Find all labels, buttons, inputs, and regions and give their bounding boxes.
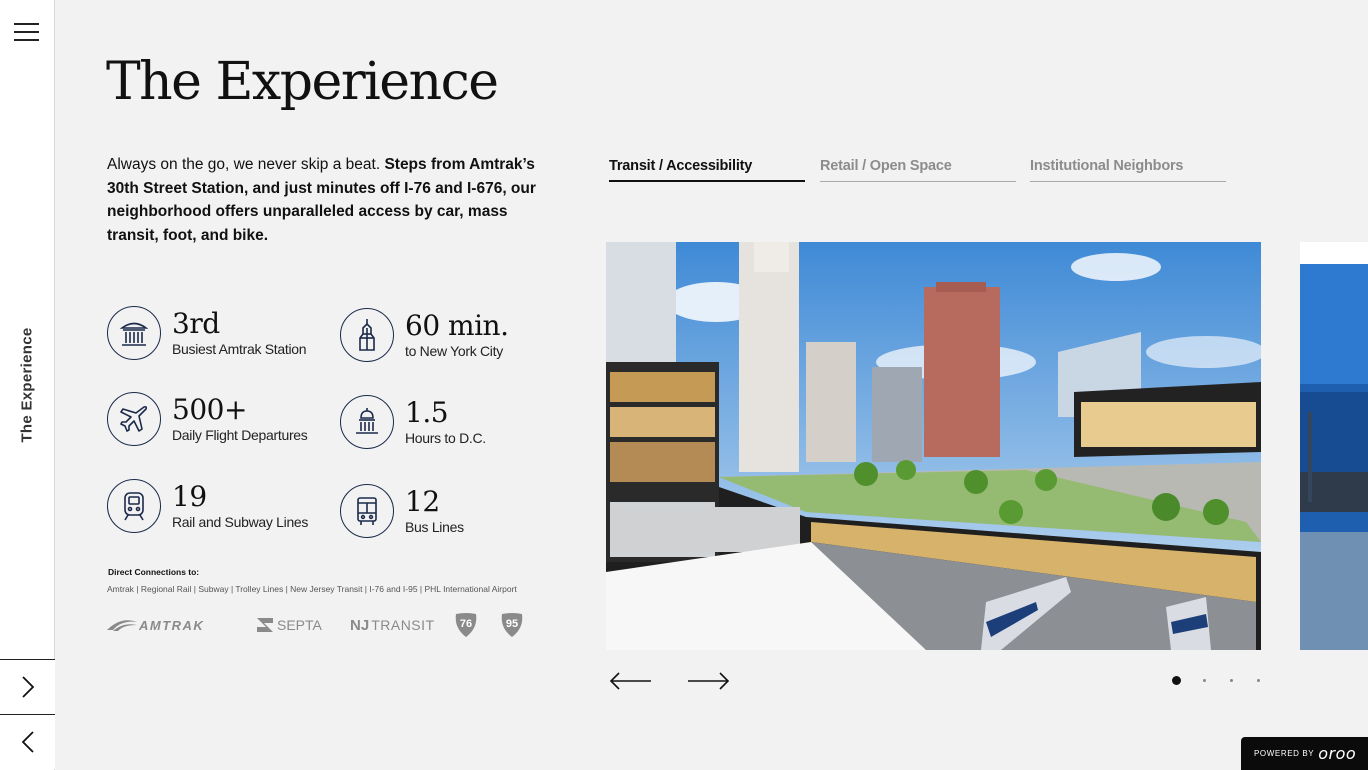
prev-section-button[interactable] [0,714,55,769]
intro-paragraph: Always on the go, we never skip a beat. … [107,153,537,247]
amtrak-logo: AMTRAK [107,612,204,638]
stat-value: 3rd [172,307,220,340]
interstate-95-shield: 95 [500,612,524,638]
stat-value: 12 [405,485,440,518]
side-rail: The Experience [0,0,55,770]
train-icon [107,479,161,533]
stat-value: 500+ [172,393,247,426]
stat-label: Hours to D.C. [405,430,486,446]
carousel-prev-button[interactable] [609,668,653,694]
stat-value: 1.5 [405,396,449,429]
powered-by-badge[interactable]: POWERED BY oroo [1241,737,1368,770]
chevron-left-icon [21,731,34,753]
bus-icon [340,484,394,538]
carousel-dot[interactable] [1230,679,1233,682]
carousel-dot[interactable] [1257,679,1260,682]
stat-label: to New York City [405,343,503,359]
carousel-dot[interactable] [1172,676,1181,685]
tab-retail-open-space[interactable]: Retail / Open Space [820,158,1016,182]
carousel-next-slide-preview[interactable] [1300,242,1368,650]
skyscraper-icon [340,308,394,362]
rail-section-label: The Experience [18,327,36,443]
septa-logo: SEPTA [255,612,322,638]
arrow-right-icon [688,672,730,690]
menu-icon[interactable] [14,23,39,43]
intro-plain-text: Always on the go, we never skip a beat. [107,156,385,173]
connections-title: Direct Connections to: [108,567,200,577]
page-title: The Experience [106,52,499,112]
connections-list: Amtrak | Regional Rail | Subway | Trolle… [107,584,517,594]
train-station-icon [107,306,161,360]
capitol-icon [340,395,394,449]
airplane-icon [107,392,161,446]
stat-item: 19 Rail and Subway Lines [107,479,308,533]
stat-item: 60 min. to New York City [340,308,509,362]
stat-label: Rail and Subway Lines [172,514,309,530]
arrow-left-icon [609,672,651,690]
stat-item: 12 Bus Lines [340,484,464,538]
tab-institutional-neighbors[interactable]: Institutional Neighbors [1030,158,1226,182]
stat-item: 500+ Daily Flight Departures [107,392,308,446]
transit-logos: AMTRAK SEPTA NJ TRANSIT 76 95 [107,612,547,638]
carousel-pagination [1172,676,1284,685]
brand-logo: oroo [1318,744,1357,763]
next-section-button[interactable] [0,659,55,714]
tab-transit-accessibility[interactable]: Transit / Accessibility [609,158,805,182]
stat-item: 3rd Busiest Amtrak Station [107,306,307,360]
stat-label: Daily Flight Departures [172,427,308,443]
carousel-dot[interactable] [1203,679,1206,682]
stat-value: 19 [172,480,207,513]
stat-label: Busiest Amtrak Station [172,341,307,357]
nj-transit-logo: NJ TRANSIT [350,616,435,634]
chevron-right-icon [21,676,34,698]
stat-label: Bus Lines [405,519,464,535]
carousel-slide-image [606,242,1261,650]
stat-value: 60 min. [405,309,509,342]
stat-item: 1.5 Hours to D.C. [340,395,486,449]
powered-by-text: POWERED BY [1254,749,1315,758]
interstate-76-shield: 76 [454,612,478,638]
carousel-next-button[interactable] [686,668,730,694]
